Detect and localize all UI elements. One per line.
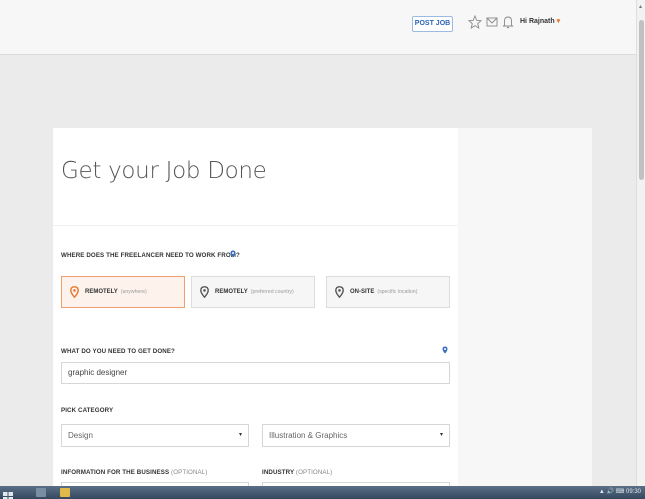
- optional-tag: (OPTIONAL): [295, 469, 333, 476]
- post-job-form: Get your Job Done WHERE DOES THE FREELAN…: [53, 128, 458, 488]
- location-option-label: ON-SITE: [350, 289, 375, 295]
- page-title: Get your Job Done: [61, 158, 267, 184]
- side-panel: [458, 128, 592, 488]
- location-pin-icon: [70, 286, 79, 298]
- dropdown-arrow-icon: ▾: [439, 432, 443, 438]
- windows-start-icon[interactable]: [3, 488, 13, 499]
- location-option-sublabel: (anywhere): [120, 289, 147, 295]
- task-question-label: WHAT DO YOU NEED TO GET DONE?: [61, 348, 175, 355]
- subcategory-select-value: Illustration & Graphics: [269, 431, 348, 440]
- category-select[interactable]: Design ▾: [61, 424, 249, 447]
- chevron-down-icon: ▾: [556, 18, 561, 25]
- bell-icon[interactable]: [501, 14, 515, 30]
- os-taskbar: ▲ 🔊 ⌨ 09:30: [0, 486, 645, 499]
- top-navigation-bar: POST JOB Hi Rajnath ▾: [0, 0, 636, 55]
- optional-tag: (OPTIONAL): [171, 469, 208, 476]
- location-pin-icon: [200, 286, 209, 298]
- post-job-button[interactable]: POST JOB: [412, 16, 453, 32]
- title-divider: [53, 225, 458, 226]
- star-icon[interactable]: [468, 14, 482, 30]
- vertical-scrollbar[interactable]: ▴: [636, 0, 645, 486]
- location-question-label: WHERE DOES THE FREELANCER NEED TO WORK F…: [61, 252, 240, 259]
- messages-icon[interactable]: [485, 14, 499, 30]
- location-option-sublabel: (specific location): [377, 289, 418, 295]
- industry-label-text: INDUSTRY: [262, 469, 295, 476]
- business-info-label: INFORMATION FOR THE BUSINESS (OPTIONAL): [61, 469, 207, 476]
- scroll-up-arrow-icon[interactable]: ▴: [639, 4, 642, 10]
- user-greeting: Hi Rajnath: [520, 18, 555, 25]
- help-pin-icon[interactable]: [442, 346, 448, 354]
- folder-icon[interactable]: [60, 488, 70, 497]
- location-option-on-site[interactable]: ON-SITE (specific location): [326, 276, 450, 308]
- dropdown-arrow-icon: ▾: [238, 432, 242, 438]
- scrollbar-thumb[interactable]: [639, 20, 644, 180]
- category-label: PICK CATEGORY: [61, 407, 114, 414]
- location-option-sublabel: (preferred country): [250, 289, 294, 295]
- industry-label: INDUSTRY (OPTIONAL): [262, 469, 332, 476]
- category-select-value: Design: [68, 431, 93, 440]
- location-option-label: REMOTELY: [85, 289, 118, 295]
- task-input[interactable]: graphic designer: [61, 362, 450, 384]
- help-pin-icon[interactable]: [230, 250, 236, 258]
- location-option-remote-anywhere[interactable]: REMOTELY (anywhere): [61, 276, 185, 308]
- system-tray[interactable]: ▲ 🔊 ⌨ 09:30: [599, 488, 641, 495]
- user-menu[interactable]: Hi Rajnath ▾: [520, 17, 560, 25]
- subcategory-select[interactable]: Illustration & Graphics ▾: [262, 424, 450, 447]
- business-info-label-text: INFORMATION FOR THE BUSINESS: [61, 469, 170, 476]
- location-option-label: REMOTELY: [215, 289, 248, 295]
- taskbar-app-icon[interactable]: [36, 488, 46, 497]
- location-pin-icon: [335, 286, 344, 298]
- location-option-remote-country[interactable]: REMOTELY (preferred country): [191, 276, 315, 308]
